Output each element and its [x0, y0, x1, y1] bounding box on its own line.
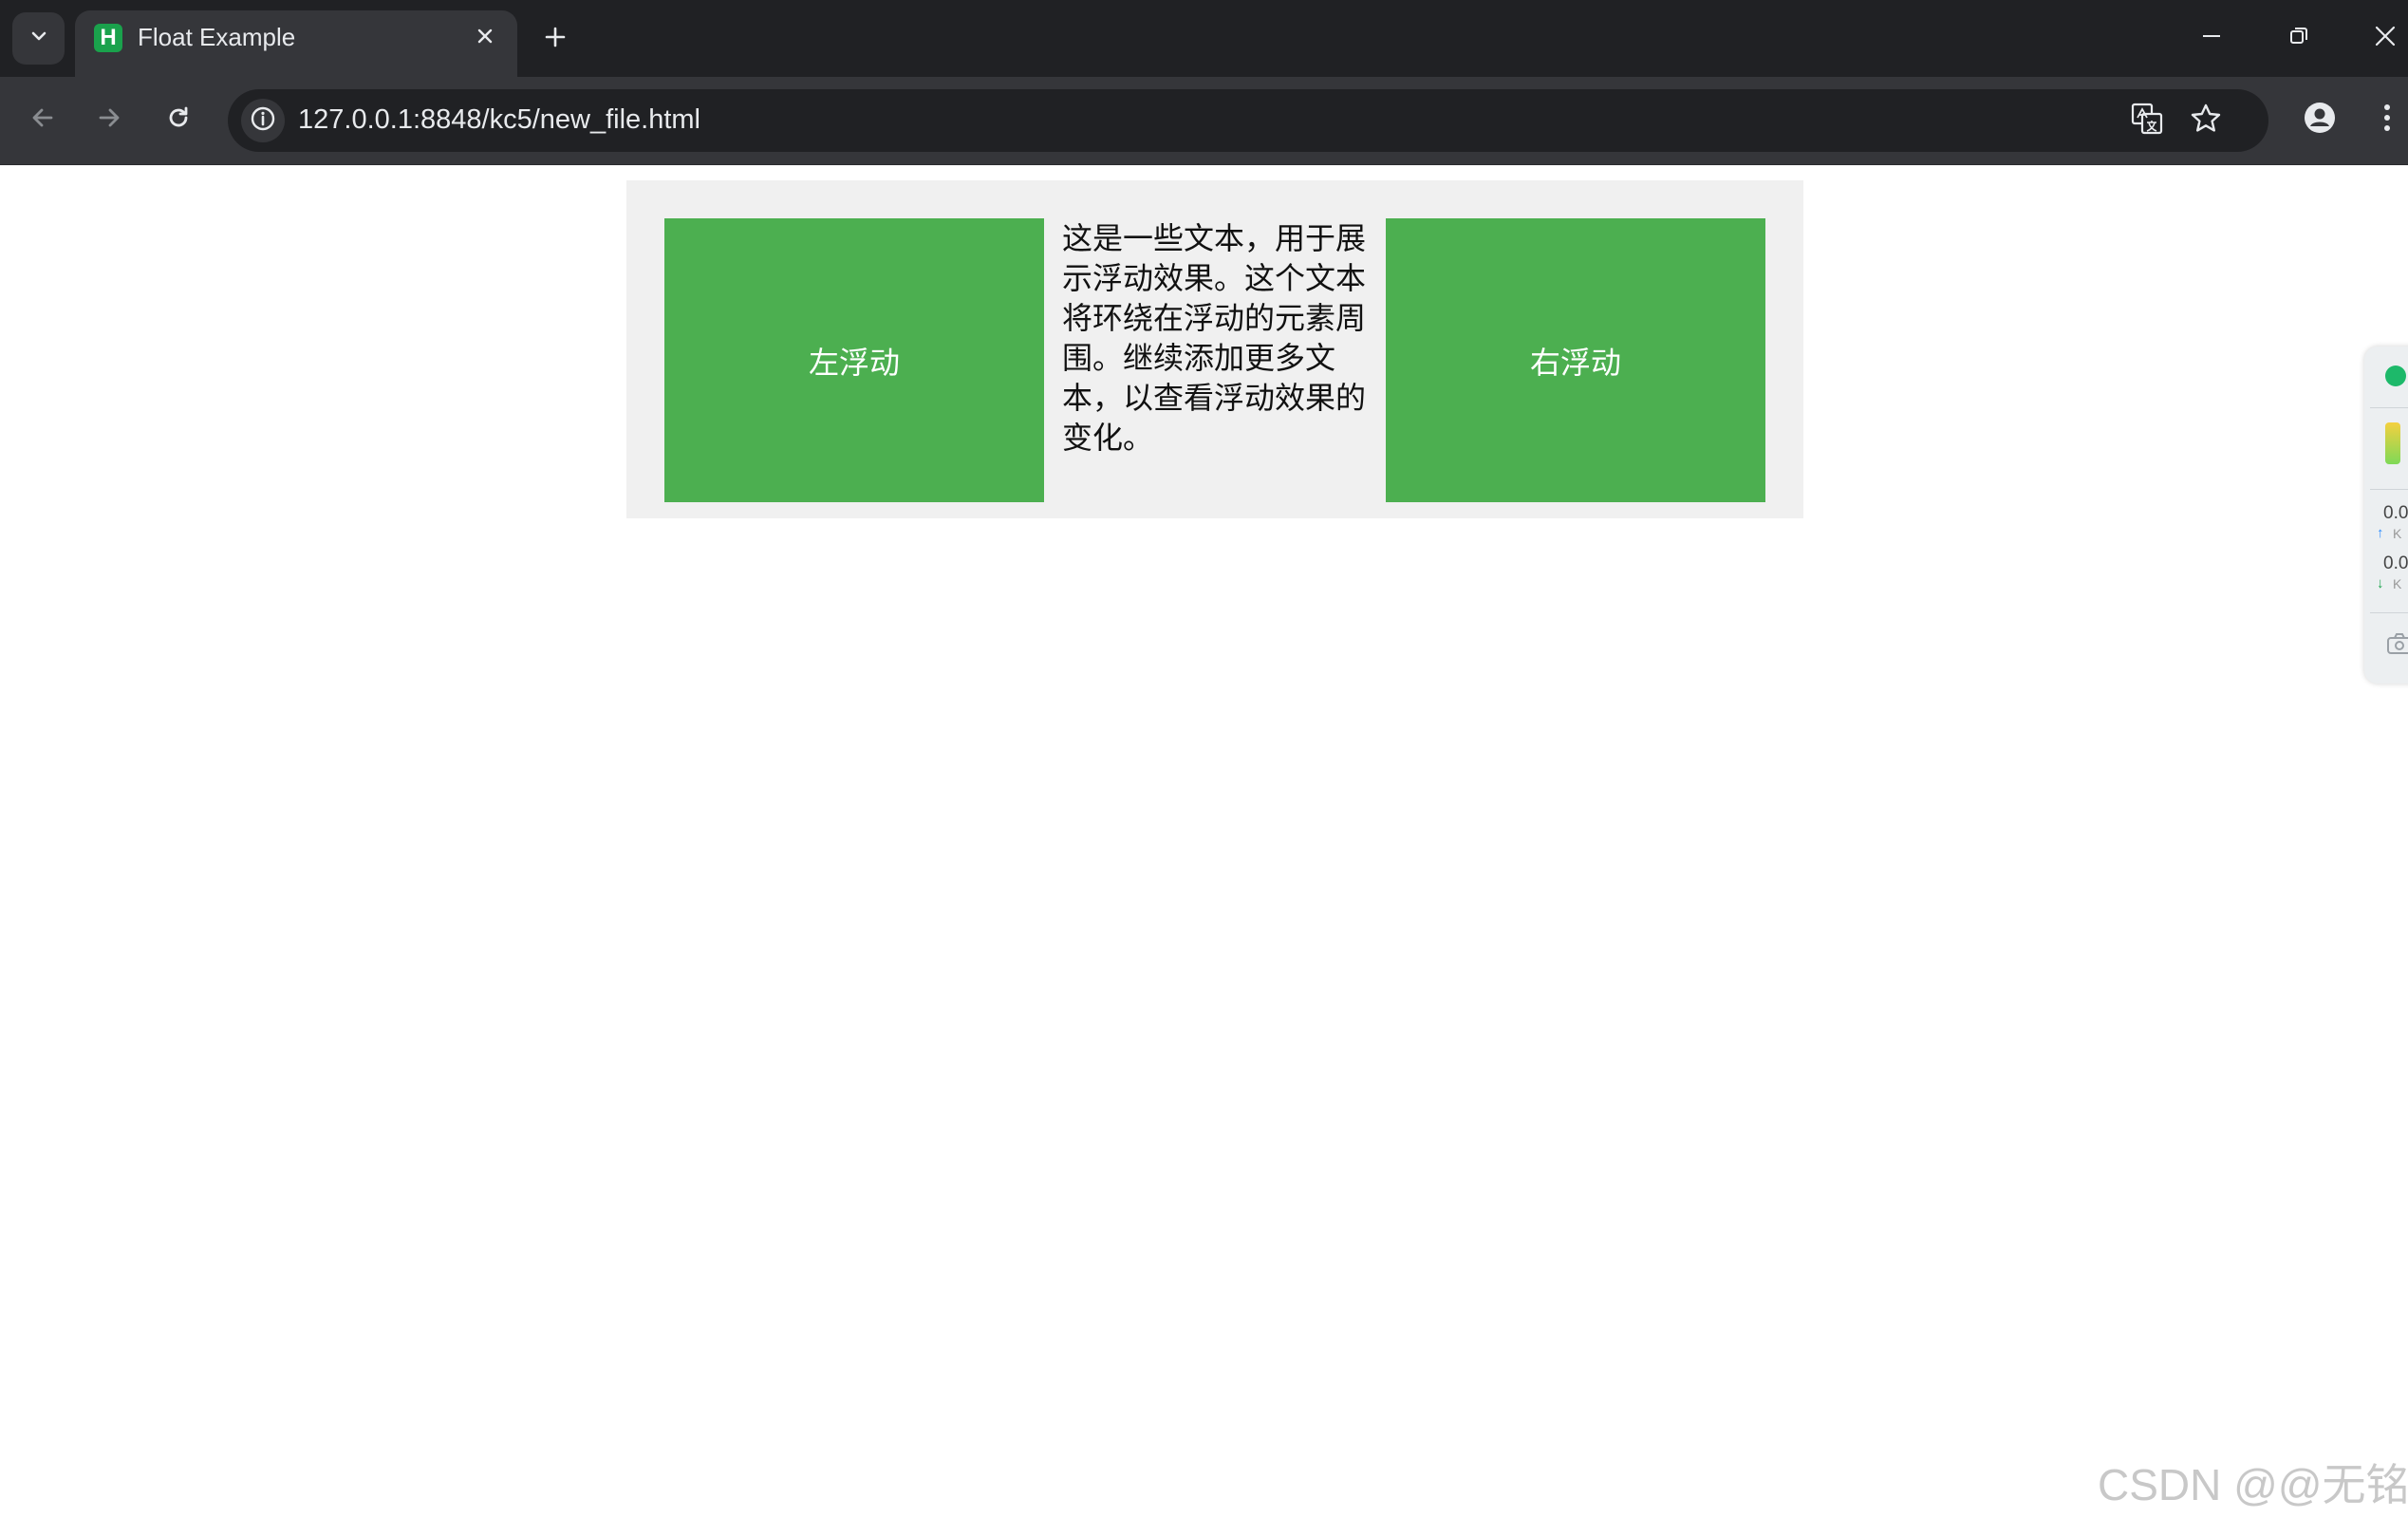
arrow-down-icon: ↓ [2377, 575, 2384, 591]
plus-icon [543, 25, 568, 54]
address-bar[interactable]: 127.0.0.1:8848/kc5/new_file.html [228, 89, 2268, 152]
site-info-button[interactable] [241, 99, 285, 142]
page-viewport: 左浮动 这是一些文本，用于展示浮动效果。这个文本将环绕在浮动的元素周围。继续添加… [0, 166, 2408, 1518]
reload-icon [164, 103, 193, 137]
upload-unit: K [2393, 526, 2402, 541]
more-vertical-icon [2382, 103, 2392, 138]
reload-button[interactable] [155, 96, 202, 143]
arrow-right-icon [95, 103, 123, 137]
translate-icon [2130, 102, 2164, 141]
memory-bar-icon [2385, 422, 2400, 464]
tab-title: Float Example [138, 23, 296, 51]
network-speed-widget[interactable]: 0.0 ↑ K 0.0 ↓ K [2364, 347, 2408, 684]
upload-speed: 0.0 [2383, 503, 2408, 523]
restore-button[interactable] [2276, 15, 2322, 61]
close-tab-button[interactable] [468, 21, 502, 55]
status-dot-icon [2385, 365, 2406, 386]
divider [2370, 489, 2408, 490]
new-tab-button[interactable] [535, 19, 575, 59]
browser-menu-button[interactable] [2363, 96, 2408, 143]
restore-icon [2288, 26, 2309, 51]
left-float-label: 左浮动 [808, 345, 900, 380]
url-text[interactable]: 127.0.0.1:8848/kc5/new_file.html [298, 104, 700, 136]
right-float-box: 右浮动 [1386, 218, 1765, 502]
bookmark-button[interactable] [2184, 99, 2228, 142]
browser-toolbar: 127.0.0.1:8848/kc5/new_file.html [0, 77, 2408, 165]
divider [2370, 612, 2408, 613]
download-unit: K [2393, 576, 2402, 591]
arrow-up-icon: ↑ [2377, 525, 2384, 541]
close-icon [2374, 25, 2397, 52]
info-icon [250, 105, 276, 137]
close-window-button[interactable] [2362, 15, 2408, 61]
translate-button[interactable] [2125, 99, 2169, 142]
browser-tab-active[interactable]: H Float Example [75, 10, 517, 77]
close-icon [476, 27, 495, 50]
person-icon [2304, 102, 2336, 139]
download-speed: 0.0 [2383, 553, 2408, 573]
forward-button[interactable] [85, 96, 133, 143]
arrow-left-icon [28, 103, 57, 137]
chevron-down-icon [28, 26, 49, 51]
back-button[interactable] [19, 96, 66, 143]
csdn-watermark: CSDN @@无铭 [2098, 1460, 2408, 1509]
left-float-box: 左浮动 [664, 218, 1044, 502]
tab-strip: H Float Example [0, 0, 2408, 77]
right-float-label: 右浮动 [1529, 345, 1621, 380]
hbuilder-favicon-icon: H [94, 24, 122, 52]
star-icon [2190, 103, 2222, 140]
minimize-button[interactable] [2189, 15, 2234, 61]
divider [2370, 407, 2408, 408]
wrap-text-paragraph: 这是一些文本，用于展示浮动效果。这个文本将环绕在浮动的元素周围。继续添加更多文本… [1062, 221, 1367, 455]
camera-icon[interactable] [2385, 631, 2408, 656]
tab-search-button[interactable] [12, 12, 65, 65]
float-container: 左浮动 这是一些文本，用于展示浮动效果。这个文本将环绕在浮动的元素周围。继续添加… [626, 180, 1803, 518]
minimize-icon [2201, 26, 2222, 51]
profile-button[interactable] [2296, 96, 2343, 143]
